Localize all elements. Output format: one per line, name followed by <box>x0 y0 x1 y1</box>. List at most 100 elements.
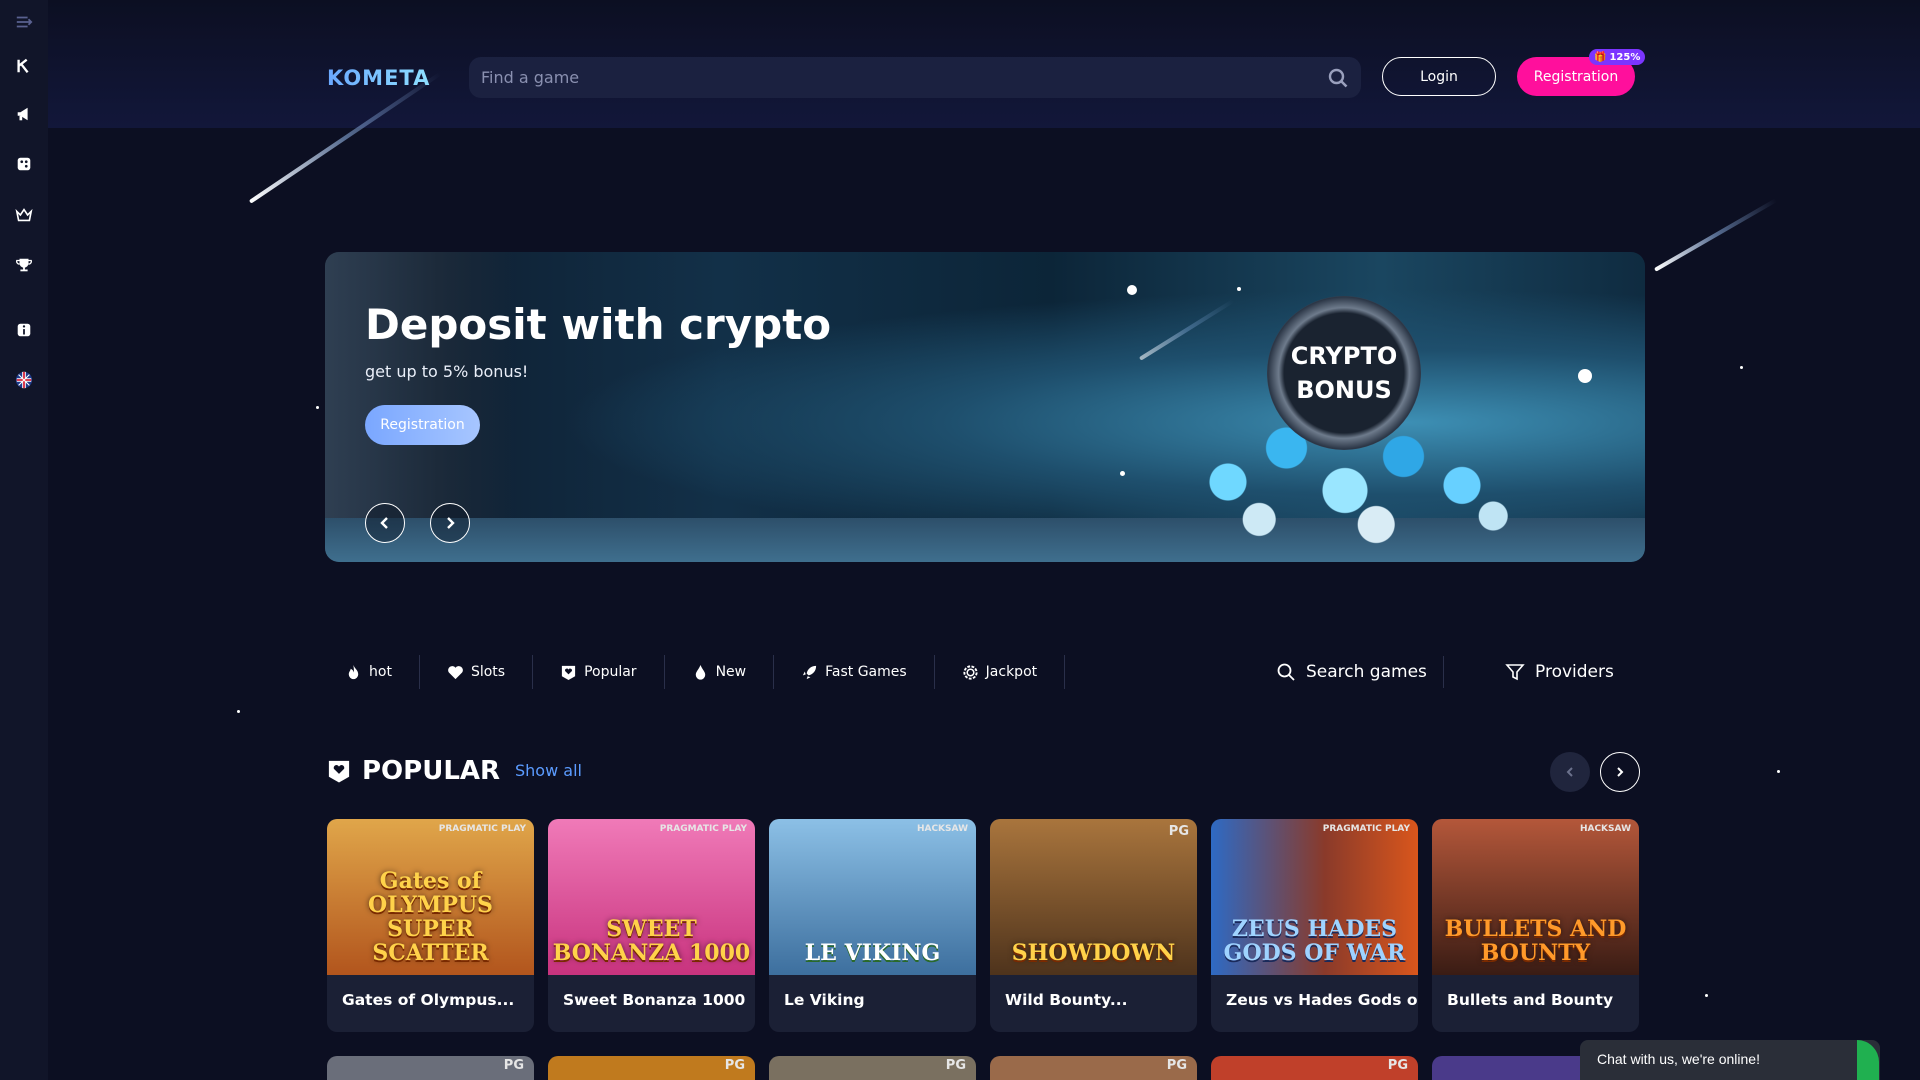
tab-label: Popular <box>584 664 637 680</box>
provider-logo: PG <box>945 1058 966 1073</box>
carousel-next-button[interactable] <box>1600 752 1640 792</box>
provider-logo: PG <box>1168 824 1189 839</box>
filter-icon <box>1505 664 1525 681</box>
search-icon <box>1277 663 1295 681</box>
star-decoration <box>237 710 240 713</box>
tab-hot[interactable]: hot <box>325 655 420 689</box>
game-card[interactable]: PRAGMATIC PLAY Gates of OLYMPUS SUPER SC… <box>327 819 534 1032</box>
divider <box>1443 656 1444 688</box>
chevron-left-icon <box>380 517 388 529</box>
section-title: POPULAR <box>326 756 500 786</box>
badge-text: 125% <box>1609 51 1641 63</box>
search-games-label: Search games <box>1306 662 1427 682</box>
section-title-text: POPULAR <box>362 756 501 786</box>
game-name: Wild Bounty... <box>1005 991 1128 1009</box>
game-card[interactable]: PRAGMATIC PLAY ZEUS HADES GODS OF WAR Ze… <box>1211 819 1418 1032</box>
game-name: Gates of Olympus... <box>342 991 515 1009</box>
game-thumbnail[interactable]: PG SHOWDOWN <box>990 819 1197 975</box>
tab-new[interactable]: New <box>665 655 775 689</box>
megaphone-icon[interactable] <box>0 92 48 136</box>
game-cards-row-2: PG PG PG PG PG <box>327 1056 1639 1080</box>
game-thumbnail[interactable]: HACKSAW BULLETS AND BOUNTY <box>1432 819 1639 975</box>
search-games-button[interactable]: Search games <box>1276 656 1427 688</box>
provider-logo: HACKSAW <box>1579 824 1631 834</box>
game-name: Bullets and Bounty <box>1447 991 1614 1009</box>
info-icon[interactable] <box>0 308 48 352</box>
gift-icon: 🎁 <box>1594 51 1607 63</box>
heart-badge-icon <box>328 760 350 783</box>
search-icon[interactable] <box>1327 67 1349 89</box>
game-thumbnail[interactable]: HACKSAW LE VIKING <box>769 819 976 975</box>
drop-flame-icon <box>695 664 705 680</box>
kometa-k-icon[interactable] <box>0 44 48 88</box>
category-tabs: hot Slots Popular New Fast Games Jackpot <box>325 652 1066 692</box>
uk-flag-icon[interactable] <box>0 358 48 402</box>
provider-logo: PG <box>503 1058 524 1073</box>
game-card[interactable]: PG <box>769 1056 976 1080</box>
star-decoration <box>1777 770 1780 773</box>
game-art-title: LE VIKING <box>804 940 941 966</box>
game-card[interactable]: PRAGMATIC PLAY SWEET BONANZA 1000 Sweet … <box>548 819 755 1032</box>
tab-label: New <box>715 664 747 680</box>
game-name: Sweet Bonanza 1000 <box>563 991 746 1009</box>
tab-label: hot <box>369 664 392 680</box>
carousel-prev-button[interactable] <box>1550 752 1590 792</box>
tab-label: Jackpot <box>985 664 1038 680</box>
sidebar <box>0 0 48 1080</box>
providers-filter-button[interactable]: Providers <box>1505 656 1614 688</box>
coin-text-line2: BONUS <box>1296 376 1392 404</box>
game-thumbnail[interactable]: PRAGMATIC PLAY SWEET BONANZA 1000 <box>548 819 755 975</box>
chat-widget[interactable]: Chat with us, we're online! <box>1580 1040 1880 1080</box>
banner-prev-button[interactable] <box>365 503 405 543</box>
provider-logo: PG <box>724 1058 745 1073</box>
game-card[interactable]: PG <box>327 1056 534 1080</box>
login-button[interactable]: Login <box>1382 57 1496 96</box>
provider-logo: PG <box>1387 1058 1408 1073</box>
banner-registration-button[interactable]: Registration <box>365 405 480 445</box>
show-all-link[interactable]: Show all <box>515 761 582 780</box>
game-art-title: Gates of OLYMPUS SUPER SCATTER <box>368 868 493 966</box>
game-card[interactable]: PG SHOWDOWN Wild Bounty... <box>990 819 1197 1032</box>
search-input[interactable] <box>481 68 1327 87</box>
tab-label: Fast Games <box>825 664 907 680</box>
registration-bonus-badge: 🎁 125% <box>1589 49 1646 65</box>
game-card[interactable]: HACKSAW BULLETS AND BOUNTY Bullets and B… <box>1432 819 1639 1032</box>
provider-logo: PRAGMATIC PLAY <box>659 824 747 834</box>
game-card[interactable]: HACKSAW LE VIKING Le Viking <box>769 819 976 1032</box>
star-decoration <box>1705 994 1708 997</box>
game-name: Le Viking <box>784 991 865 1009</box>
logo[interactable]: KOMETA <box>327 66 430 90</box>
star-decoration <box>1740 366 1743 369</box>
provider-logo: HACKSAW <box>916 824 968 834</box>
comet-decoration <box>1138 299 1235 361</box>
provider-logo: PG <box>1166 1058 1187 1073</box>
game-cards: PRAGMATIC PLAY Gates of OLYMPUS SUPER SC… <box>327 819 1639 1032</box>
tab-slots[interactable]: Slots <box>420 655 534 689</box>
crown-icon[interactable] <box>0 193 48 237</box>
game-thumbnail[interactable]: PRAGMATIC PLAY ZEUS HADES GODS OF WAR <box>1211 819 1418 975</box>
menu-collapse-icon[interactable] <box>0 0 48 44</box>
provider-logo: PRAGMATIC PLAY <box>1322 824 1410 834</box>
gear-icon <box>963 664 978 680</box>
star-decoration <box>1237 287 1241 291</box>
game-card[interactable]: PG <box>548 1056 755 1080</box>
game-card[interactable]: PG <box>990 1056 1197 1080</box>
providers-label: Providers <box>1535 662 1614 682</box>
search-bar[interactable] <box>469 57 1361 98</box>
game-art-title: BULLETS AND BOUNTY <box>1444 916 1627 966</box>
crypto-bonus-coin: CRYPTO BONUS <box>1267 296 1421 450</box>
heart-badge-icon <box>561 665 576 680</box>
comet-decoration <box>1654 198 1778 272</box>
tab-popular[interactable]: Popular <box>533 655 665 689</box>
tab-fast-games[interactable]: Fast Games <box>774 655 935 689</box>
heart-icon <box>448 665 463 679</box>
trophy-icon[interactable] <box>0 243 48 287</box>
rocket-icon <box>802 665 817 679</box>
tab-jackpot[interactable]: Jackpot <box>935 655 1066 689</box>
banner-next-button[interactable] <box>430 503 470 543</box>
game-thumbnail[interactable]: PRAGMATIC PLAY Gates of OLYMPUS SUPER SC… <box>327 819 534 975</box>
provider-logo: PRAGMATIC PLAY <box>438 824 526 834</box>
chevron-left-icon <box>1566 767 1573 777</box>
dice-icon[interactable] <box>0 142 48 186</box>
game-card[interactable]: PG <box>1211 1056 1418 1080</box>
